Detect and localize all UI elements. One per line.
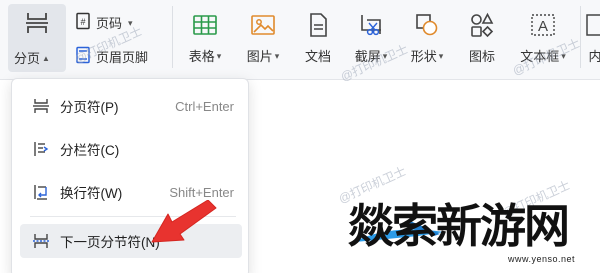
menu-item-label: 分栏符(C) (60, 143, 120, 158)
svg-text:A: A (538, 18, 548, 35)
page-number-button[interactable]: # 页码 ▾ (74, 10, 133, 34)
ribbon-separator (580, 6, 581, 68)
logo-url: www.yenso.net (508, 254, 576, 264)
chevron-down-icon: ▾ (274, 51, 280, 61)
document-icon (303, 10, 333, 40)
document-label: 文档 (304, 49, 331, 64)
picture-label: 图片 (246, 49, 273, 64)
page-break-label: 分页 (14, 51, 41, 66)
page-break-button[interactable]: 分页 ▲ (8, 4, 66, 72)
icons-icon (467, 10, 497, 40)
logo-title: 燚索新游网 (348, 199, 570, 253)
icons-label: 图标 (468, 49, 495, 64)
column-break-icon (30, 138, 52, 160)
header-footer-button[interactable]: 页眉页脚 (74, 44, 148, 68)
menu-item-shortcut: Shift+Enter (169, 184, 234, 200)
caret-up-icon: ▲ (42, 54, 50, 63)
chevron-down-icon: ▾ (128, 17, 133, 28)
picture-icon (248, 10, 278, 40)
svg-text:#: # (80, 17, 85, 27)
textbox-icon: A (528, 10, 558, 40)
shapes-icon (412, 10, 442, 40)
chevron-down-icon: ▾ (216, 51, 222, 61)
document-button[interactable]: 文档 (298, 4, 338, 72)
chevron-down-icon: ▾ (561, 51, 566, 61)
more-icon (584, 10, 600, 40)
menu-item-column-break[interactable]: 分栏符(C) (20, 132, 242, 166)
more-label: 内 (588, 49, 600, 64)
header-footer-label: 页眉页脚 (96, 49, 149, 65)
menu-item-page-break[interactable]: 分页符(P) Ctrl+Enter (20, 89, 242, 123)
red-arrow-annotation (151, 200, 217, 243)
screenshot-label: 截屏 (354, 49, 381, 64)
site-logo: 燚索新游网 www.yenso.net (348, 196, 600, 273)
screenshot-button[interactable]: 截屏 ▾ (348, 4, 394, 72)
page-break-icon (24, 10, 50, 36)
table-label: 表格 (188, 49, 215, 64)
chevron-down-icon: ▾ (438, 51, 444, 61)
menu-item-label: 下一页分节符(N) (60, 235, 160, 250)
icons-button[interactable]: 图标 (462, 4, 502, 72)
screenshot-icon (356, 10, 386, 40)
textbox-label: 文本框 (520, 49, 560, 64)
page-number-label: 页码 (96, 15, 123, 31)
line-break-icon (30, 181, 52, 203)
ribbon-separator (172, 6, 173, 68)
more-button[interactable]: 内 (584, 4, 600, 72)
shapes-label: 形状 (410, 49, 437, 64)
menu-item-label: 换行符(W) (60, 186, 123, 201)
menu-item-label: 分页符(P) (60, 100, 119, 115)
menu-item-shortcut: Ctrl+Enter (175, 98, 234, 114)
chevron-down-icon: ▾ (382, 51, 388, 61)
ribbon-toolbar: 分页 ▲ # 页码 ▾ 页眉页脚 表格 ▾ 图片 ▾ 文档 截屏 ▾ 形状 ▾ … (0, 0, 600, 80)
table-icon (190, 10, 220, 40)
page-break-icon (30, 95, 52, 117)
picture-button[interactable]: 图片 ▾ (240, 4, 286, 72)
shapes-button[interactable]: 形状 ▾ (404, 4, 450, 72)
header-footer-icon (74, 46, 92, 67)
table-button[interactable]: 表格 ▾ (182, 4, 228, 72)
page-number-icon: # (74, 12, 92, 33)
textbox-button[interactable]: A 文本框 ▾ (510, 4, 576, 72)
next-page-section-break-icon (30, 230, 52, 252)
